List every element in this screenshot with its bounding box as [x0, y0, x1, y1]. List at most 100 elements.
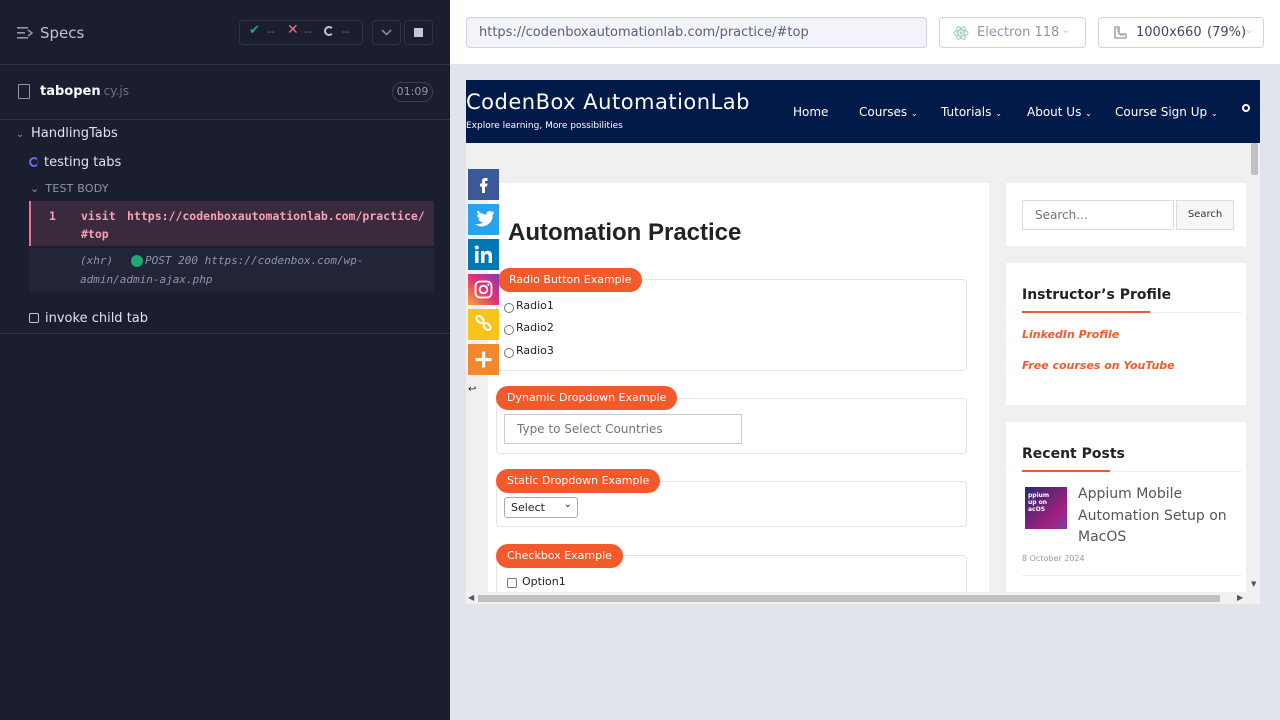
facebook-icon[interactable] — [468, 169, 499, 200]
divider — [1022, 575, 1242, 576]
copy-link-icon[interactable] — [468, 309, 499, 340]
nav-tutorials[interactable]: Tutorials ⌄ — [941, 105, 1002, 119]
ruler-icon — [1114, 26, 1127, 39]
sidebar-search-button[interactable]: Search — [1176, 200, 1234, 230]
radio-label: Radio3 — [516, 344, 554, 357]
failed-count: -- — [304, 25, 312, 38]
site-title[interactable]: CodenBox AutomationLab — [466, 90, 750, 114]
reporter-panel: Specs ✔ -- ✕ -- -- tabopen cy.js 01:09 ⌄ H… — [0, 0, 450, 720]
test-invoke-child-tab[interactable]: invoke child tab — [29, 311, 148, 326]
site-tagline: Explore learning, More possibilities — [466, 121, 623, 131]
radio1[interactable] — [504, 303, 514, 313]
search-icon[interactable] — [1242, 104, 1250, 112]
recent-posts-widget: Recent Posts ppium up on acOS Appium Mob… — [1006, 422, 1246, 592]
dynamic-legend: Dynamic Dropdown Example — [496, 386, 678, 410]
instagram-icon[interactable] — [468, 274, 499, 305]
radio-label: Radio1 — [516, 299, 554, 312]
scroll-down-icon[interactable]: ▼ — [1251, 580, 1256, 588]
running-spinner-icon — [29, 157, 39, 167]
site-header: CodenBox AutomationLab Explore learning,… — [466, 80, 1260, 143]
spec-file-ext: cy.js — [103, 84, 129, 98]
linkedin-profile-link[interactable]: LinkedIn Profile — [1022, 328, 1119, 341]
command-xhr[interactable]: (xhr) POST 200 https://codenbox.com/wp- … — [29, 248, 434, 293]
viewport-size: 1000x660 — [1136, 25, 1202, 40]
command-name: visit — [81, 209, 116, 223]
static-legend: Static Dropdown Example — [496, 469, 661, 493]
aut-panel: https://codenboxautomationlab.com/practi… — [450, 0, 1280, 720]
chevron-down-icon — [381, 29, 392, 36]
search-widget: Search... Search — [1006, 183, 1246, 246]
nav-course-sign-up[interactable]: Course Sign Up ⌄ — [1115, 105, 1218, 119]
file-icon — [18, 84, 30, 99]
nav-courses[interactable]: Courses ⌄ — [859, 105, 918, 119]
browser-selector[interactable]: Electron 118 ⌄ — [939, 17, 1086, 48]
url-bar[interactable]: https://codenboxautomationlab.com/practi… — [466, 17, 927, 48]
scrollbar-thumb[interactable] — [478, 595, 1220, 602]
recent-posts-title: Recent Posts — [1022, 446, 1125, 462]
xhr-label: (xhr) — [80, 254, 114, 267]
chevron-down-icon: ⌄ — [563, 499, 572, 510]
page-title: Automation Practice — [508, 219, 742, 246]
passed-count: -- — [267, 25, 275, 38]
stop-button[interactable] — [404, 20, 433, 45]
aut-iframe[interactable]: CodenBox AutomationLab Explore learning,… — [466, 80, 1260, 604]
practice-card: Automation Practice Radio1 Radio2 Radio3… — [488, 183, 989, 604]
checkbox-option1[interactable] — [507, 578, 517, 588]
specs-label[interactable]: Specs — [40, 24, 84, 42]
chevron-down-icon: ⌄ — [910, 109, 918, 118]
recent-post-link[interactable]: Appium Mobile Automation Setup on MacOS — [1078, 484, 1238, 549]
command-url-continued: #top — [81, 227, 109, 241]
youtube-courses-link[interactable]: Free courses on YouTube — [1022, 359, 1175, 372]
spec-file-row[interactable]: tabopen cy.js 01:09 — [0, 65, 450, 120]
more-icon[interactable] — [468, 344, 499, 375]
test-stats: ✔ -- ✕ -- -- — [239, 20, 363, 45]
xhr-url-continued: admin/admin-ajax.php — [80, 273, 213, 286]
specs-list-icon[interactable] — [17, 26, 33, 40]
chevron-down-icon: ⌄ — [30, 182, 40, 195]
post-thumbnail-text: ppium up on acOS — [1028, 492, 1050, 513]
nav-about-us[interactable]: About Us ⌄ — [1027, 105, 1092, 119]
xhr-request: POST 200 https://codenbox.com/wp- — [145, 254, 364, 267]
test-body-label[interactable]: ⌄ TEST BODY — [30, 182, 109, 195]
failed-icon: ✕ — [287, 22, 299, 38]
post-date: 8 October 2024 — [1022, 554, 1085, 563]
nav-home[interactable]: Home — [793, 105, 828, 119]
scrollbar-thumb[interactable] — [1251, 143, 1258, 175]
chevron-down-icon: ⌄ — [16, 129, 25, 140]
command-number: 1 — [49, 209, 56, 223]
linkedin-icon[interactable] — [468, 239, 499, 270]
vertical-scrollbar[interactable]: ▼ — [1248, 143, 1260, 593]
radio-fieldset: Radio1 Radio2 Radio3 — [496, 279, 967, 371]
chevron-down-icon: ⌄ — [1085, 109, 1092, 118]
test-testing-tabs[interactable]: testing tabs — [29, 155, 121, 170]
horizontal-scrollbar[interactable]: ◀ ▶ — [466, 592, 1248, 604]
collapse-share-icon[interactable]: ↩ — [468, 384, 476, 395]
static-dropdown-select[interactable]: Select ⌄ — [504, 497, 578, 518]
reporter-header: Specs ✔ -- ✕ -- -- — [0, 0, 450, 65]
twitter-icon[interactable] — [468, 204, 499, 235]
title-underline — [1022, 470, 1110, 472]
pending-icon — [324, 26, 334, 36]
scroll-left-icon[interactable]: ◀ — [468, 593, 474, 602]
command-url: https://codenboxautomationlab.com/practi… — [127, 209, 425, 223]
checkbox-label: Option1 — [522, 575, 566, 588]
viewport-info[interactable]: 1000x660 (79%) ⌄ — [1098, 17, 1264, 48]
post-thumbnail[interactable]: ppium up on acOS — [1025, 487, 1067, 529]
expand-collapse-button[interactable] — [372, 20, 401, 45]
country-autocomplete-input[interactable]: Type to Select Countries — [504, 414, 742, 444]
scroll-right-icon[interactable]: ▶ — [1237, 593, 1243, 602]
radio-label: Radio2 — [516, 321, 554, 334]
radio2[interactable] — [504, 325, 514, 335]
radio3[interactable] — [504, 348, 514, 358]
electron-icon — [953, 26, 969, 40]
sidebar-search-input[interactable]: Search... — [1022, 200, 1174, 230]
radio-legend: Radio Button Example — [498, 268, 643, 292]
command-visit[interactable]: 1 visit https://codenboxautomationlab.co… — [29, 201, 434, 246]
status-dot-icon — [131, 255, 143, 267]
chevron-down-icon: ⌄ — [1210, 109, 1218, 118]
pending-square-icon — [29, 313, 39, 323]
title-underline — [1022, 311, 1150, 313]
spec-duration: 01:09 — [392, 82, 433, 102]
instructor-widget: Instructor’s Profile LinkedIn Profile Fr… — [1006, 263, 1246, 405]
suite-title[interactable]: ⌄ HandlingTabs — [16, 126, 118, 141]
